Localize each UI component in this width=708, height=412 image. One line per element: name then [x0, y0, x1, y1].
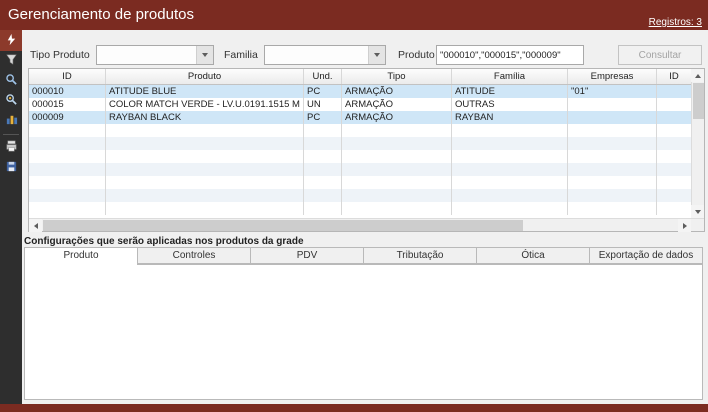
tab-exportacao[interactable]: Exportação de dados — [590, 247, 703, 264]
cell-produto: ATITUDE BLUE — [106, 85, 304, 98]
familia-combobox[interactable] — [264, 45, 386, 65]
report-button[interactable] — [0, 111, 22, 131]
horizontal-scroll-thumb[interactable] — [43, 220, 523, 231]
empty-row — [29, 176, 691, 189]
column-header-empresas[interactable]: Empresas — [568, 69, 657, 84]
page-title: Gerenciamento de produtos — [8, 0, 194, 30]
produto-input[interactable] — [436, 45, 584, 65]
scroll-right-icon[interactable] — [678, 219, 691, 232]
tab-controles[interactable]: Controles — [138, 247, 251, 264]
table-row[interactable]: 000015 COLOR MATCH VERDE - LV.U.0191.151… — [29, 98, 691, 111]
empty-row — [29, 202, 691, 215]
print-button[interactable] — [0, 138, 22, 158]
save-button[interactable] — [0, 158, 22, 178]
search-detail-button[interactable] — [0, 91, 22, 111]
tab-tributacao[interactable]: Tributação — [364, 247, 477, 264]
products-grid: ID Produto Und. Tipo Família Empresas ID… — [28, 68, 705, 232]
bottom-strip — [0, 404, 708, 412]
cell-empresas — [568, 98, 657, 111]
produto-label: Produto — [398, 45, 435, 65]
cell-id: 000009 — [29, 111, 106, 124]
filter-button[interactable] — [0, 51, 22, 71]
column-header-tipo[interactable]: Tipo — [342, 69, 452, 84]
column-header-und[interactable]: Und. — [304, 69, 342, 84]
empty-row — [29, 189, 691, 202]
cell-tipo: ARMAÇÃO — [342, 98, 452, 111]
column-header-id2[interactable]: ID — [657, 69, 691, 84]
grid-header-row: ID Produto Und. Tipo Família Empresas ID — [29, 69, 691, 85]
tipo-produto-combobox[interactable] — [96, 45, 214, 65]
column-header-familia[interactable]: Família — [452, 69, 568, 84]
filter-icon — [5, 53, 18, 69]
search-icon — [5, 73, 18, 89]
familia-label: Familia — [224, 45, 258, 65]
consultar-button[interactable]: Consultar — [618, 45, 702, 65]
lightning-button[interactable] — [0, 30, 22, 51]
cell-familia: ATITUDE — [452, 85, 568, 98]
cell-id2 — [657, 85, 691, 98]
search-button[interactable] — [0, 71, 22, 91]
tab-pdv[interactable]: PDV — [251, 247, 364, 264]
tipo-produto-label: Tipo Produto — [30, 45, 90, 65]
column-header-id[interactable]: ID — [29, 69, 106, 84]
chevron-down-icon[interactable] — [368, 46, 385, 64]
search-detail-icon — [5, 93, 18, 109]
cell-empresas: "01" — [568, 85, 657, 98]
empty-row — [29, 137, 691, 150]
tab-page-produto — [24, 264, 703, 400]
titlebar: Gerenciamento de produtos Registros: 3 — [0, 0, 708, 30]
cell-familia: RAYBAN — [452, 111, 568, 124]
tab-otica[interactable]: Ótica — [477, 247, 590, 264]
cell-tipo: ARMAÇÃO — [342, 111, 452, 124]
cell-id: 000010 — [29, 85, 106, 98]
product-management-window: Gerenciamento de produtos Registros: 3 — [0, 0, 708, 412]
cell-produto: COLOR MATCH VERDE - LV.U.0191.1515 M — [106, 98, 304, 111]
left-toolbar — [0, 30, 22, 404]
config-section-title: Configurações que serão aplicadas nos pr… — [24, 236, 304, 247]
cell-id2 — [657, 98, 691, 111]
save-icon — [5, 160, 18, 176]
config-tabstrip: Produto Controles PDV Tributação Ótica E… — [24, 247, 703, 264]
cell-familia: OUTRAS — [452, 98, 568, 111]
chevron-down-icon[interactable] — [196, 46, 213, 64]
lightning-icon — [5, 33, 18, 49]
report-icon — [5, 113, 18, 129]
toolbar-separator — [3, 134, 19, 135]
scroll-up-icon[interactable] — [691, 69, 704, 82]
cell-id2 — [657, 111, 691, 124]
empty-row — [29, 150, 691, 163]
vertical-scroll-thumb[interactable] — [693, 83, 704, 119]
empty-row — [29, 163, 691, 176]
cell-und: PC — [304, 111, 342, 124]
print-icon — [5, 140, 18, 156]
table-row[interactable]: 000010 ATITUDE BLUE PC ARMAÇÃO ATITUDE "… — [29, 85, 691, 98]
scroll-down-icon[interactable] — [691, 205, 704, 218]
vertical-scrollbar[interactable] — [691, 69, 704, 218]
horizontal-scrollbar[interactable] — [29, 218, 704, 231]
tab-produto[interactable]: Produto — [24, 247, 138, 265]
cell-id: 000015 — [29, 98, 106, 111]
table-row[interactable]: 000009 RAYBAN BLACK PC ARMAÇÃO RAYBAN — [29, 111, 691, 124]
column-header-produto[interactable]: Produto — [106, 69, 304, 84]
empty-row — [29, 124, 691, 137]
records-count-link[interactable]: Registros: 3 — [649, 17, 702, 28]
cell-produto: RAYBAN BLACK — [106, 111, 304, 124]
cell-und: UN — [304, 98, 342, 111]
cell-und: PC — [304, 85, 342, 98]
cell-empresas — [568, 111, 657, 124]
cell-tipo: ARMAÇÃO — [342, 85, 452, 98]
grid-viewport: ID Produto Und. Tipo Família Empresas ID… — [29, 69, 691, 218]
scroll-left-icon[interactable] — [29, 219, 42, 232]
